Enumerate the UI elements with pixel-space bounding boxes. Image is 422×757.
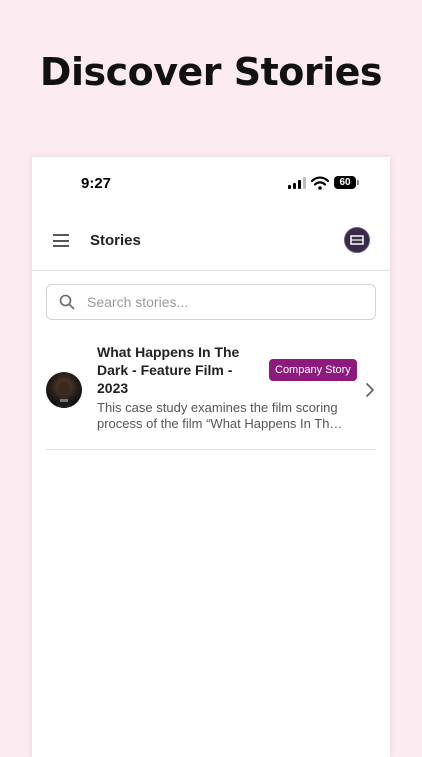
story-avatar <box>46 372 82 408</box>
header-divider <box>32 270 390 271</box>
story-list-item[interactable]: What Happens In The Dark - Feature Film … <box>46 339 376 449</box>
story-title-line: Dark - Feature Film - <box>97 362 233 378</box>
story-title-line: 2023 <box>97 380 129 396</box>
search-box[interactable] <box>46 284 376 320</box>
page-headline: Discover Stories <box>39 50 383 94</box>
search-input[interactable] <box>87 285 367 319</box>
story-title: What Happens In The Dark - Feature Film … <box>97 343 257 397</box>
list-divider <box>46 449 376 450</box>
status-time: 9:27 <box>81 175 112 192</box>
company-logo-icon[interactable] <box>344 227 370 253</box>
header-title: Stories <box>90 232 141 249</box>
story-description: This case study examines the film scorin… <box>97 400 357 432</box>
story-description-line: This case study examines the film scorin… <box>97 400 338 415</box>
story-description-line: process of the film “What Happens In Th… <box>97 416 343 431</box>
wifi-icon <box>311 176 329 190</box>
cellular-signal-icon <box>288 177 306 189</box>
battery-icon: 60 <box>334 176 356 189</box>
phone-screen: 9:27 60 Stories Search stories... What H… <box>32 157 390 757</box>
story-title-line: What Happens In The <box>97 344 240 360</box>
company-story-badge: Company Story <box>269 359 357 381</box>
battery-cap <box>357 180 359 185</box>
hamburger-menu-icon[interactable] <box>53 234 69 247</box>
chevron-right-icon[interactable] <box>365 382 375 398</box>
search-icon <box>59 294 75 310</box>
